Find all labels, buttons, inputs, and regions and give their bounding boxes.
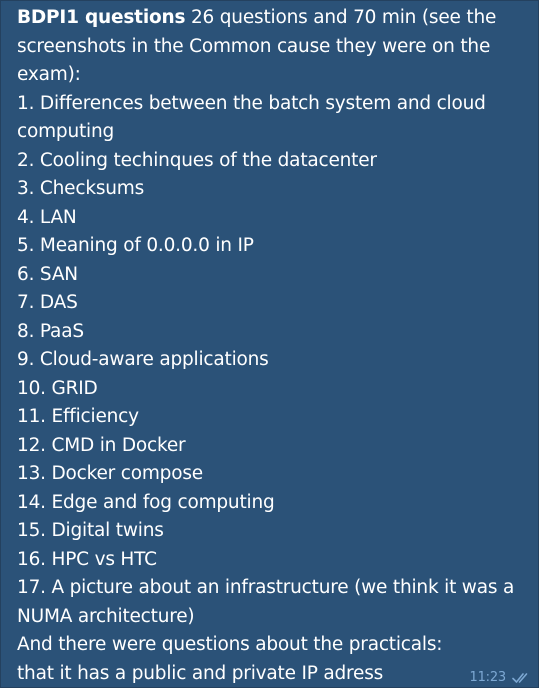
message-meta: 11:23 — [470, 670, 530, 686]
question-item: 17. A picture about an infrastructure (w… — [17, 577, 515, 627]
question-item: 11. Efficiency — [17, 406, 139, 427]
message-title: BDPI1 questions — [17, 7, 186, 28]
message-intro: BDPI1 questions 26 questions and 70 min … — [17, 4, 530, 90]
message-bubble[interactable]: BDPI1 questions 26 questions and 70 min … — [0, 0, 539, 688]
question-item: 12. CMD in Docker — [17, 434, 186, 456]
question-item: 10. GRID — [17, 377, 98, 399]
question-item: 1. Differences between the batch system … — [17, 92, 486, 143]
question-item: 5. Meaning of 0.0.0.0 in IP — [17, 235, 254, 256]
question-item: 14. Edge and fog computing — [17, 491, 275, 513]
question-item: 6. SAN — [17, 263, 78, 285]
question-item: 8. PaaS — [17, 320, 84, 342]
question-item: 15. Digital twins — [17, 520, 164, 541]
question-item: 9. Cloud-aware applications — [17, 349, 269, 370]
question-item: 7. DAS — [17, 292, 78, 313]
message-time: 11:23 — [469, 670, 507, 685]
question-item: 13. Docker compose — [17, 463, 203, 484]
question-item: 16. HPC vs HTC — [17, 548, 157, 570]
question-list: 1. Differences between the batch system … — [17, 90, 530, 632]
question-item: 2. Cooling techinques of the datacenter — [17, 149, 377, 171]
double-check-icon — [512, 672, 530, 684]
question-item: 3. Checksums — [17, 178, 145, 199]
message-footer-text: And there were questions about the pract… — [17, 634, 443, 684]
question-item: 4. LAN — [17, 206, 77, 228]
